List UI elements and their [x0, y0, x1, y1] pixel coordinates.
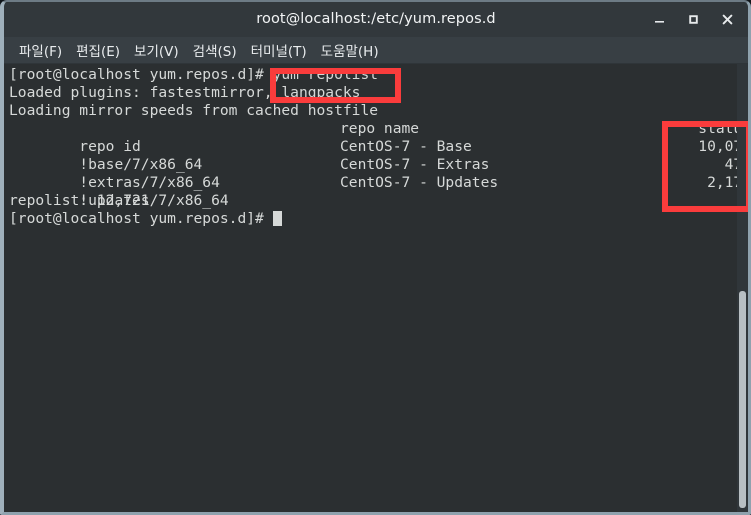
terminal-line-repolist-total: repolist: 12,721	[9, 192, 150, 209]
terminal-line-final-prompt: [root@localhost yum.repos.d]#	[9, 210, 748, 228]
scrollbar-thumb[interactable]	[739, 291, 746, 508]
table-row: !extras/7/x86_64 CentOS-7 - Extras 476	[9, 156, 748, 191]
terminal-line-mirrors: Loading mirror speeds from cached hostfi…	[9, 102, 379, 119]
maximize-icon[interactable]	[678, 6, 708, 34]
text-cursor	[272, 211, 282, 226]
menu-item-view[interactable]: 보기(V)	[127, 38, 186, 63]
terminal-line-command: [root@localhost yum.repos.d]# yum repoli…	[9, 66, 379, 83]
close-icon[interactable]	[712, 6, 742, 34]
menu-item-file[interactable]: 파일(F)	[12, 38, 69, 63]
title-bar[interactable]: root@localhost:/etc/yum.repos.d	[4, 2, 748, 37]
column-header-repo-name: repo name	[340, 120, 420, 137]
scrollbar-track[interactable]	[737, 64, 748, 512]
window-controls	[644, 2, 742, 37]
repo-status-extras: 476	[569, 156, 748, 174]
repo-name-updates: CentOS-7 - Updates	[340, 174, 499, 191]
table-row: !updates/7/x86_64 CentOS-7 - Updates 2,1…	[9, 174, 748, 209]
menu-item-search[interactable]: 검색(S)	[186, 38, 244, 63]
repo-status-updates: 2,173	[707, 174, 748, 191]
terminal-output-area[interactable]: [root@localhost yum.repos.d]# yum repoli…	[4, 64, 748, 512]
menu-item-help[interactable]: 도움말(H)	[314, 38, 386, 63]
menu-item-terminal[interactable]: 터미널(T)	[244, 38, 314, 63]
repo-name-extras: CentOS-7 - Extras	[340, 156, 490, 173]
window-title: root@localhost:/etc/yum.repos.d	[256, 11, 496, 27]
terminal-line-plugins: Loaded plugins: fastestmirror, langpacks	[9, 84, 361, 101]
terminal-text: [root@localhost yum.repos.d]# yum repoli…	[9, 66, 748, 228]
repo-status-base: 10,072	[698, 138, 748, 155]
table-row: !base/7/x86_64 CentOS-7 - Base 10,072	[9, 138, 748, 173]
minimize-icon[interactable]	[644, 6, 674, 34]
terminal-window: root@localhost:/etc/yum.repos.d 파일(F) 편집…	[0, 0, 751, 515]
menu-item-edit[interactable]: 편집(E)	[69, 38, 127, 63]
repo-name-base: CentOS-7 - Base	[340, 138, 472, 155]
menu-bar: 파일(F) 편집(E) 보기(V) 검색(S) 터미널(T) 도움말(H)	[4, 37, 748, 64]
shell-prompt: [root@localhost yum.repos.d]#	[9, 210, 273, 227]
column-header-status: status	[698, 120, 748, 137]
terminal-table-header: repo id repo name status	[9, 120, 748, 155]
